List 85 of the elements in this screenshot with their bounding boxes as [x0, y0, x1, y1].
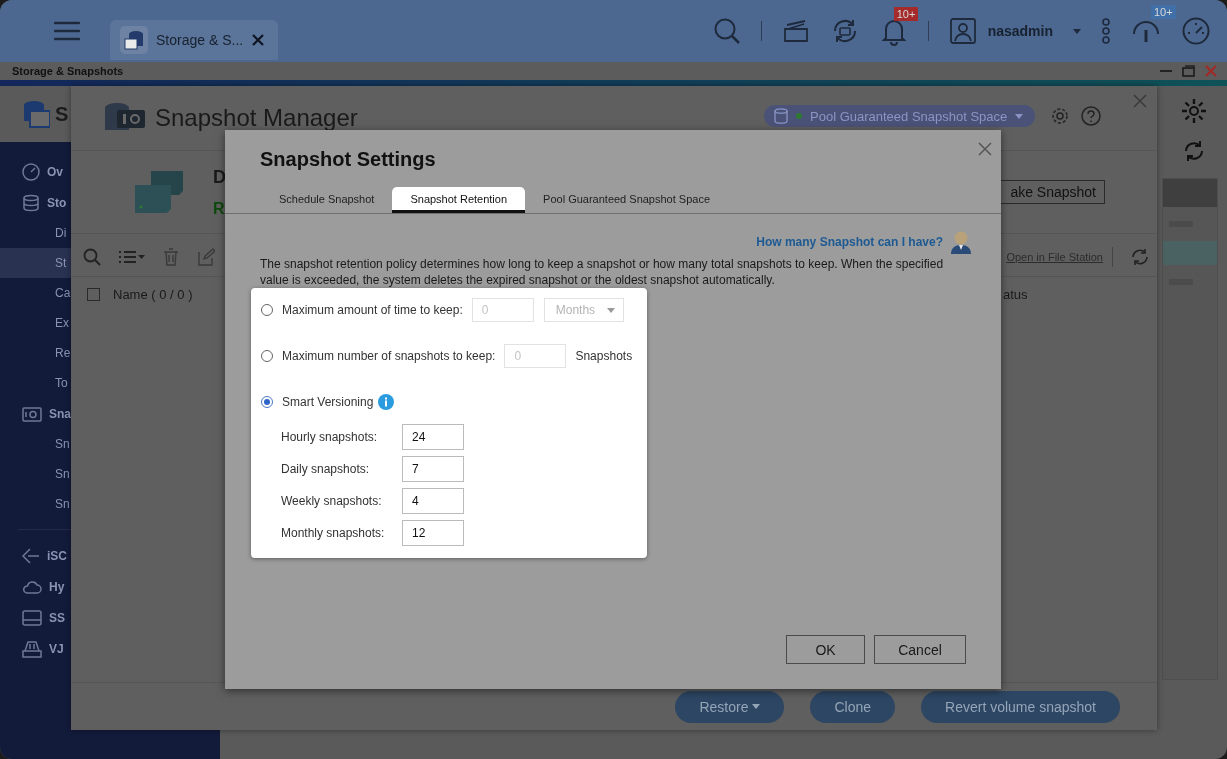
sidebar-item[interactable]: Sn	[0, 489, 71, 519]
field-label: Daily snapshots:	[281, 462, 371, 476]
caret-icon	[606, 307, 615, 313]
sidebar-item[interactable]: Ca	[0, 278, 71, 308]
app-title: S	[55, 102, 69, 126]
sidebar-item[interactable]: Ex	[0, 308, 71, 338]
field-label: Weekly snapshots:	[281, 494, 383, 508]
column-header: Name ( 0 / 0 )	[113, 286, 194, 302]
window-title: Storage & Snapshots	[12, 65, 124, 77]
restore-icon[interactable]	[1182, 65, 1195, 77]
trash-icon[interactable]	[163, 248, 179, 266]
caret-icon[interactable]	[1073, 28, 1081, 34]
search-icon[interactable]	[712, 17, 741, 45]
sidebar-item[interactable]: SS	[0, 602, 71, 633]
database-icon	[774, 108, 788, 124]
action-button[interactable]: Clone	[810, 690, 896, 723]
field-label: Hourly snapshots:	[281, 430, 379, 444]
settings-icon[interactable]	[1180, 98, 1207, 124]
cards-icon[interactable]	[781, 19, 810, 43]
caret-icon	[752, 704, 761, 709]
ok-button[interactable]: OK	[786, 635, 865, 664]
ssd-icon	[22, 609, 42, 626]
cloud-icon	[22, 578, 42, 595]
menu-icon[interactable]	[54, 20, 80, 42]
storage-app-icon	[22, 99, 50, 129]
field-label: Monthly snapshots:	[281, 526, 386, 540]
user-icon[interactable]	[948, 17, 977, 45]
volume-status: R	[213, 199, 226, 218]
number-field[interactable]: 4	[402, 488, 464, 514]
edit-icon[interactable]	[197, 248, 215, 266]
user-name[interactable]: nasadmin	[987, 23, 1053, 39]
sidebar-item[interactable]: Ov	[0, 156, 71, 187]
dashboard-icon[interactable]	[1181, 16, 1211, 46]
description-text: The snapshot retention policy determines how long to keep a snapshot or how many total snapshots to keep. When the specified value is exceeded, the system deletes the expired snapshot or the oldest snapshot automatically.	[260, 256, 945, 288]
unit-label: Snapshots	[575, 349, 633, 363]
camera-icon	[22, 404, 42, 423]
close-icon[interactable]	[1133, 94, 1147, 108]
storage-app-icon	[120, 26, 148, 54]
sidebar-item[interactable]: VJ	[0, 633, 71, 664]
notification-badge: 10+	[893, 7, 919, 21]
drive-bay-icon	[22, 639, 42, 658]
tab[interactable]: Schedule Snapshot	[261, 187, 393, 213]
action-button[interactable]: Restore	[675, 690, 785, 723]
option-label: Smart Versioning	[282, 395, 374, 409]
action-button[interactable]: Revert volume snapshot	[921, 690, 1120, 723]
help-icon[interactable]	[1081, 106, 1101, 126]
cancel-button[interactable]: Cancel	[874, 635, 966, 664]
close-icon[interactable]	[251, 33, 266, 47]
number-field[interactable]: 12	[402, 520, 464, 546]
gauge-icon	[22, 162, 40, 181]
list-icon[interactable]	[119, 250, 145, 264]
checkbox[interactable]	[87, 287, 100, 301]
search-icon[interactable]	[83, 248, 101, 266]
tab[interactable]: Snapshot Retention	[392, 187, 526, 213]
sidebar-item[interactable]: Di	[0, 218, 71, 248]
database-icon	[22, 193, 40, 212]
sidebar-item[interactable]: iSC	[0, 540, 71, 571]
dialog-title: Snapshot Settings	[260, 148, 437, 171]
more-icon[interactable]	[1101, 18, 1111, 44]
refresh-icon[interactable]	[1182, 140, 1205, 162]
info-icon[interactable]	[378, 394, 395, 410]
close-icon[interactable]	[978, 142, 992, 156]
sidebar-item[interactable]: To	[0, 368, 71, 398]
column-header: atus	[1003, 286, 1029, 302]
arrow-icon	[22, 546, 40, 565]
sidebar-item[interactable]: Sto	[0, 187, 71, 218]
caret-icon	[1015, 113, 1024, 119]
window-title: Snapshot Manager	[155, 104, 358, 132]
sidebar-item[interactable]: Sn	[0, 429, 71, 459]
sidebar-item[interactable]: Sn	[0, 459, 71, 489]
sidebar-item[interactable]: Re	[0, 338, 71, 368]
option-label: Maximum number of snapshots to keep:	[282, 349, 496, 363]
sidebar-item[interactable]: St	[0, 248, 71, 278]
refresh-icon[interactable]	[1131, 248, 1149, 266]
option-label: Maximum amount of time to keep:	[282, 303, 463, 317]
app-tab[interactable]: Storage & S...	[110, 20, 278, 60]
settings-icon[interactable]	[1050, 106, 1070, 126]
number-field[interactable]: 24	[402, 424, 464, 450]
volume-name: D	[213, 166, 226, 188]
tab[interactable]: Pool Guaranteed Snapshot Space	[525, 187, 729, 213]
status-badge: 10+	[1151, 5, 1176, 19]
sidebar-item[interactable]: Hy	[0, 571, 71, 602]
person-icon	[949, 230, 973, 254]
sidebar-item[interactable]: Sna	[0, 398, 71, 429]
number-field[interactable]: 7	[402, 456, 464, 482]
